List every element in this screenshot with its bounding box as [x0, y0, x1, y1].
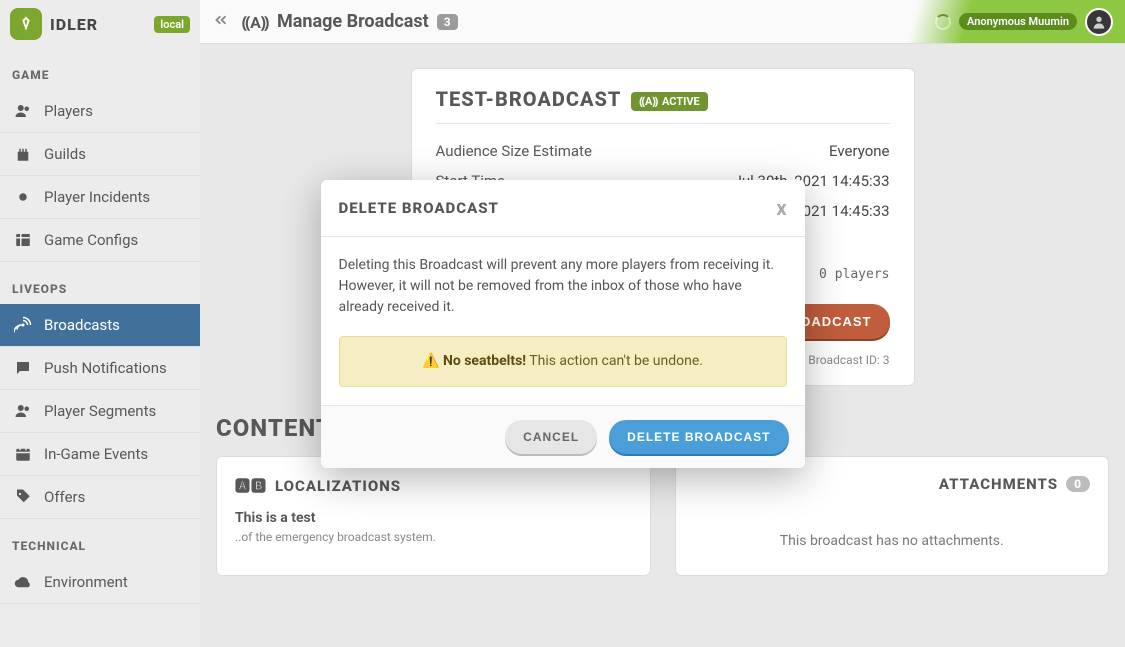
modal-title: DELETE BROADCAST [339, 199, 499, 217]
warning-strong: No seatbelts! [443, 353, 526, 369]
confirm-delete-button[interactable]: DELETE BROADCAST [609, 420, 788, 454]
warning-icon: ⚠️ [422, 353, 439, 369]
warning-text: This action can't be undone. [529, 353, 703, 369]
warning-box: ⚠️ No seatbelts! This action can't be un… [339, 336, 787, 387]
modal-overlay: DELETE BROADCAST x Deleting this Broadca… [0, 0, 1125, 647]
delete-modal: DELETE BROADCAST x Deleting this Broadca… [321, 180, 805, 468]
modal-body-text: Deleting this Broadcast will prevent any… [339, 255, 787, 318]
cancel-button[interactable]: CANCEL [505, 420, 597, 454]
close-icon[interactable]: x [776, 196, 786, 220]
